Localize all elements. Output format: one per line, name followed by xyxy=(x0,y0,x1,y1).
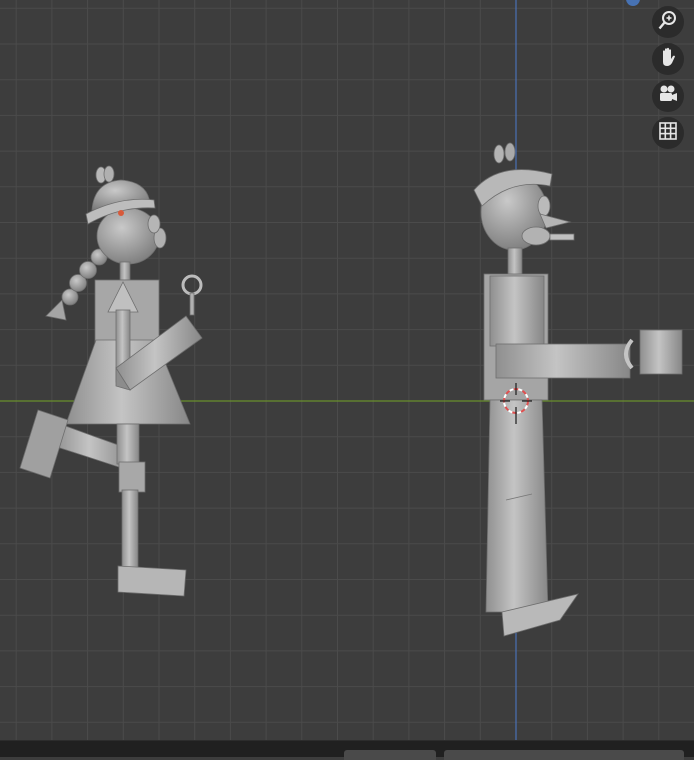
camera-icon xyxy=(657,83,679,109)
pan-button[interactable] xyxy=(652,43,684,75)
viewport-canvas[interactable] xyxy=(0,0,694,740)
toggle-grid-button[interactable] xyxy=(652,117,684,149)
girl-character-mesh[interactable] xyxy=(19,165,203,597)
grid-icon xyxy=(657,120,679,146)
hand-pan-icon xyxy=(657,46,679,72)
status-bar xyxy=(0,740,694,760)
status-segment xyxy=(344,750,436,760)
man-character-mesh[interactable] xyxy=(473,142,683,637)
zoom-icon xyxy=(657,9,679,35)
zoom-button[interactable] xyxy=(652,6,684,38)
3d-viewport[interactable] xyxy=(0,0,694,740)
status-segment xyxy=(444,750,684,760)
camera-view-button[interactable] xyxy=(652,80,684,112)
